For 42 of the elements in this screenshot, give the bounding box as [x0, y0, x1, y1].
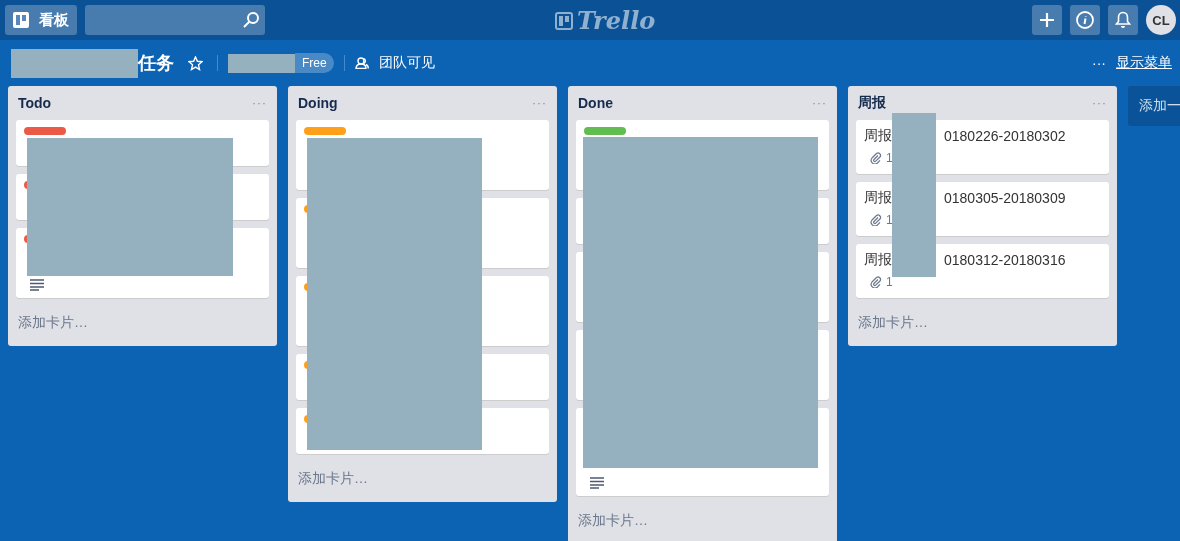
card-title: 周报 — [864, 189, 892, 207]
user-avatar[interactable]: CL — [1146, 5, 1176, 35]
paperclip-icon — [870, 276, 882, 288]
plan-badge: Free — [295, 53, 334, 73]
team-icon — [354, 57, 369, 69]
card-title: 0180305-20180309 — [944, 190, 1066, 206]
attachment-count: 1 — [886, 151, 893, 165]
show-menu-link[interactable]: 显示菜单 — [1116, 54, 1172, 72]
card-title: 0180226-20180302 — [944, 128, 1066, 144]
add-button[interactable] — [1032, 5, 1062, 35]
list-title[interactable]: 周报 — [858, 94, 886, 112]
board-icon — [555, 11, 573, 30]
bell-icon — [1115, 11, 1131, 29]
visibility-setting[interactable]: 团队可见 — [378, 54, 435, 72]
attachment-count: 1 — [886, 275, 893, 289]
info-icon — [1076, 11, 1094, 29]
search-field[interactable] — [85, 5, 265, 35]
plus-icon — [1039, 12, 1055, 28]
add-list-button[interactable]: 添加一 — [1128, 86, 1180, 126]
card-title: 0180312-20180316 — [944, 252, 1066, 268]
add-card-button[interactable]: 添加卡片… — [296, 462, 370, 498]
add-card-button[interactable]: 添加卡片… — [856, 306, 930, 342]
paperclip-icon — [870, 152, 882, 164]
info-button[interactable] — [1070, 5, 1100, 35]
add-card-button[interactable]: 添加卡片… — [16, 306, 90, 342]
card-title: 周报 — [864, 251, 892, 269]
attachment-count: 1 — [886, 213, 893, 227]
logo: Trello — [555, 6, 656, 35]
notifications-button[interactable] — [1108, 5, 1138, 35]
search-icon — [243, 12, 259, 28]
list-title[interactable]: Todo — [18, 95, 52, 111]
star-icon[interactable] — [188, 55, 203, 71]
board-title[interactable]: 任务 — [138, 51, 174, 75]
list-title[interactable]: Doing — [298, 95, 338, 111]
paperclip-icon — [870, 214, 882, 226]
add-card-button[interactable]: 添加卡片… — [576, 504, 650, 540]
menu-dots[interactable]: ··· — [1092, 55, 1106, 71]
list-title[interactable]: Done — [578, 95, 613, 111]
boards-button[interactable]: 看板 — [5, 5, 77, 35]
redaction-block — [228, 53, 295, 73]
card-title: 周报 — [864, 127, 892, 145]
board-icon — [13, 12, 29, 28]
